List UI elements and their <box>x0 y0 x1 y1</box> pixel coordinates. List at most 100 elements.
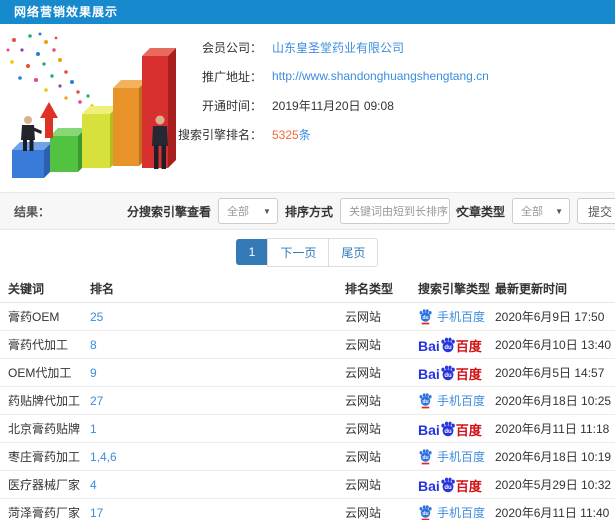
page-title: 网络营销效果展示 <box>0 0 615 24</box>
rank-type-cell: 云网站 <box>345 310 382 324</box>
info-row-rank-count: 搜索引擎排名： 5325条 <box>178 121 615 147</box>
svg-text:du: du <box>422 511 428 517</box>
sort-filter-label: 排序方式 <box>284 204 333 219</box>
marketing-report-page: 网络营销效果展示 会员公司： 山东皇圣堂药业有限公司 推广地址： http://… <box>0 0 615 520</box>
baidu-logo: Bai du 百度 <box>418 337 482 353</box>
baidu-han-text: 百度 <box>455 338 482 354</box>
rank-type-cell: 云网站 <box>345 366 382 380</box>
rank-link[interactable]: 8 <box>90 338 97 352</box>
rank-type-cell: 云网站 <box>345 422 382 436</box>
rank-count-label: 搜索引擎排名： <box>177 127 262 142</box>
svg-text:du: du <box>444 429 452 435</box>
bar-green <box>50 128 86 172</box>
submit-button[interactable]: 提交 <box>577 198 615 224</box>
rank-link[interactable]: 1,4,6 <box>90 450 117 464</box>
keyword-cell: 枣庄膏药加工 <box>8 450 81 464</box>
svg-text:du: du <box>444 373 452 379</box>
rank-count-number: 5325 <box>272 127 299 142</box>
rank-link[interactable]: 25 <box>90 310 103 324</box>
keyword-cell: OEM代加工 <box>8 366 72 380</box>
baidu-paw-icon: du <box>441 477 455 492</box>
svg-text:du: du <box>444 345 452 351</box>
mobile-baidu-logo: du 手机百度 <box>418 448 485 465</box>
baidu-paw-icon: du <box>419 309 432 325</box>
opened-value: 2019年11月20日 09:08 <box>272 98 394 113</box>
engine-cell: du 手机百度 Bai du 百度 <box>412 392 493 409</box>
keyword-cell: 医疗器械厂家 <box>8 478 81 492</box>
article-filter-label: 文章类型 <box>456 204 505 219</box>
table-body: 膏药OEM 25 云网站 du 手机百度 Bai <box>0 303 615 520</box>
updated-cell: 2020年6月11日 11:18 <box>495 422 610 436</box>
company-link[interactable]: 山东皇圣堂药业有限公司 <box>272 39 404 56</box>
mobile-baidu-logo: du 手机百度 <box>418 308 485 325</box>
table-row: 药贴牌代加工 27 云网站 du 手机百度 Bai <box>0 387 615 415</box>
updated-cell: 2020年5月29日 10:32 <box>495 478 612 492</box>
info-row-company: 会员公司： 山东皇圣堂药业有限公司 <box>190 34 615 60</box>
pagination: 1 下一页 尾页 <box>0 230 615 274</box>
table-row: 菏泽膏药厂家 17 云网站 du 手机百度 Bai <box>0 499 615 520</box>
baidu-paw-icon: du <box>419 449 432 465</box>
baidu-paw-icon: du <box>441 421 455 436</box>
growth-chart-illustration <box>0 28 190 190</box>
rank-link[interactable]: 17 <box>90 506 103 520</box>
mobile-baidu-logo: du 手机百度 <box>418 504 485 520</box>
bar-red <box>142 48 176 168</box>
results-table: 关键词 排名 排名类型 搜索引擎类型 最新更新时间 膏药OEM 25 云网站 d… <box>0 274 615 520</box>
article-filter-value: 全部 <box>521 206 543 218</box>
baidu-bai-text: Bai <box>418 365 440 382</box>
engine-filter-select[interactable]: 全部 ▼ <box>217 198 278 224</box>
bar-yellow <box>82 106 118 168</box>
header-rank-type: 排名类型 <box>345 281 394 296</box>
bar-chart-graphic <box>6 32 176 178</box>
baidu-han-text: 百度 <box>455 422 482 438</box>
updated-cell: 2020年6月11日 11:40 <box>495 506 610 520</box>
engine-cell: du 手机百度 Bai du 百度 <box>412 504 493 520</box>
rank-type-cell: 云网站 <box>345 338 382 352</box>
rank-count-unit: 条 <box>298 127 311 142</box>
baidu-paw-icon: du <box>419 505 432 520</box>
engine-filter-label: 分搜索引擎查看 <box>126 204 211 219</box>
header-rank: 排名 <box>90 281 115 296</box>
mobile-baidu-label: 手机百度 <box>437 450 486 464</box>
rank-type-cell: 云网站 <box>345 506 382 520</box>
rank-link[interactable]: 27 <box>90 394 103 408</box>
svg-text:du: du <box>422 455 428 461</box>
baidu-bai-text: Bai <box>418 477 440 494</box>
chevron-down-icon: ▼ <box>263 206 271 216</box>
site-link[interactable]: http://www.shandonghuangshengtang.cn <box>272 69 489 83</box>
baidu-logo: Bai du 百度 <box>418 365 482 381</box>
rank-link[interactable]: 1 <box>90 422 97 436</box>
baidu-logo: Bai du 百度 <box>418 477 482 493</box>
baidu-paw-icon: du <box>441 365 455 380</box>
keyword-cell: 膏药代加工 <box>8 338 69 352</box>
baidu-paw-icon: du <box>441 337 455 352</box>
article-filter-select[interactable]: 全部 ▼ <box>512 198 570 224</box>
updated-cell: 2020年6月9日 17:50 <box>495 310 605 324</box>
rank-type-cell: 云网站 <box>345 450 382 464</box>
baidu-han-text: 百度 <box>455 366 482 382</box>
table-row: 枣庄膏药加工 1,4,6 云网站 du 手机百度 Bai <box>0 443 615 471</box>
result-label: 结果： <box>14 204 51 219</box>
next-page-button[interactable]: 下一页 <box>267 237 330 267</box>
keyword-cell: 药贴牌代加工 <box>8 394 81 408</box>
page-1-button[interactable]: 1 <box>235 239 269 265</box>
opened-label: 开通时间： <box>201 98 262 113</box>
last-page-button[interactable]: 尾页 <box>328 237 379 267</box>
rank-link[interactable]: 4 <box>90 478 97 492</box>
site-label: 推广地址： <box>201 69 262 84</box>
svg-text:du: du <box>422 315 428 321</box>
mobile-baidu-label: 手机百度 <box>437 310 486 324</box>
baidu-paw-icon: du <box>419 393 432 409</box>
filter-bar: 结果： 分搜索引擎查看 全部 ▼ 排序方式 关键词由短到长排序 ▼ 文章类型 全… <box>0 192 615 230</box>
rank-type-cell: 云网站 <box>345 478 382 492</box>
table-row: 膏药OEM 25 云网站 du 手机百度 Bai <box>0 303 615 331</box>
company-label: 会员公司： <box>201 40 262 55</box>
engine-cell: du 手机百度 Bai du 百度 <box>412 337 493 353</box>
sort-filter-select[interactable]: 关键词由短到长排序 ▼ <box>339 198 462 224</box>
baidu-bai-text: Bai <box>418 421 440 438</box>
mobile-baidu-label: 手机百度 <box>437 506 486 520</box>
member-info-panel: 会员公司： 山东皇圣堂药业有限公司 推广地址： http://www.shand… <box>178 24 615 192</box>
rank-link[interactable]: 9 <box>90 366 97 380</box>
header-engine: 搜索引擎类型 <box>418 281 491 296</box>
engine-cell: du 手机百度 Bai du 百度 <box>412 448 493 465</box>
